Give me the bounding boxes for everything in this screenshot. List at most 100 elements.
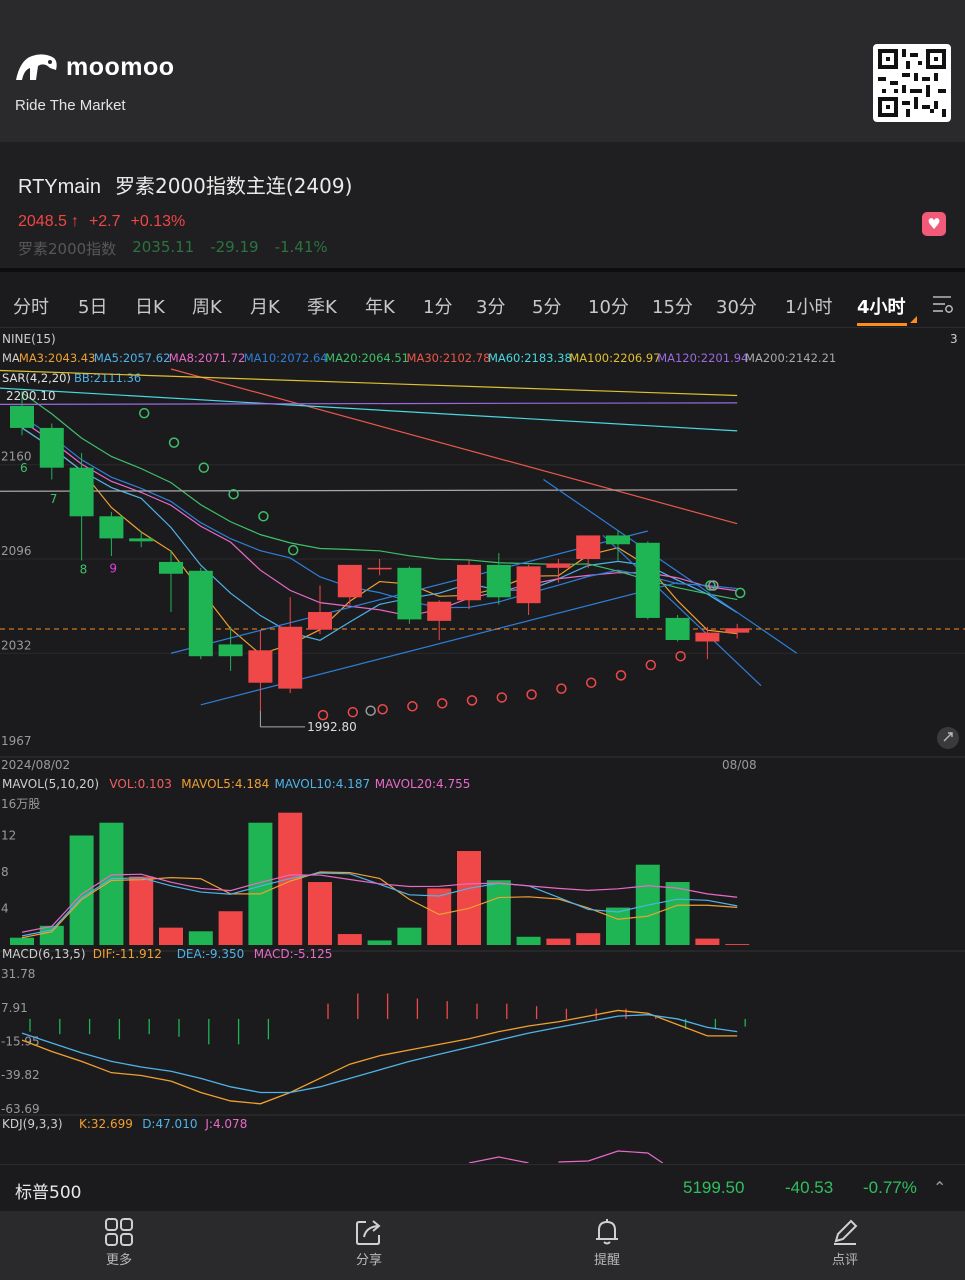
bottom-quote-price: 5199.50 [683,1178,745,1197]
candle-body [397,567,422,620]
favorite-heart-icon[interactable]: ♥ [922,212,946,236]
tab-15min[interactable]: 15分 [652,293,693,319]
kdj-legend-label: KDJ(9,3,3) [2,1117,63,1131]
dropdown-corner-icon[interactable] [910,316,917,323]
ma10-line [21,415,738,609]
volume-bar [308,882,332,945]
candle-body [695,632,720,642]
kdj-legend-label: D:47.010 [142,1117,197,1131]
sar-dot [615,670,627,681]
y-tick-label: 2032 [1,638,32,652]
symbol-name: 罗素2000指数主连(2409) [115,174,353,198]
sar-dot [347,706,359,718]
chevron-up-icon[interactable]: ⌃ [933,1178,946,1197]
nav-alert[interactable]: 提醒 [572,1217,642,1268]
volume-bar [457,851,481,945]
bottom-quote-bar[interactable]: 标普500 5199.50 -40.53 -0.77% ⌃ [0,1164,965,1210]
sar-dot [317,709,329,721]
candle-body [188,570,213,657]
volume-bar [665,882,690,945]
volume-bar [10,937,34,945]
slogan: Ride The Market [15,97,126,114]
y-tick-label: 1967 [1,734,32,748]
macd-legend-label: MACD:-5.125 [254,947,333,961]
price-change-pct: +0.13% [130,213,186,230]
chart-area[interactable]: NINE(15) 3 MA MA3:2043.43MA5:2057.62MA8:207… [0,329,965,1163]
ma60-line [0,387,738,432]
low-price-annotation: 1992.80 [307,720,357,734]
price-change: +2.7 [88,213,121,230]
volume-bar [606,907,630,945]
qr-code-icon [873,44,951,122]
nav-more-label: 更多 [105,1253,132,1268]
candle-body [576,535,601,559]
macd-legend-label: MACD(6,13,5) [2,947,86,961]
volume-legend-label: MAVOL(5,10,20) [2,777,99,791]
candle-body [516,566,541,604]
brand-logo: moomoo [14,50,175,84]
brand-name: moomoo [66,52,175,81]
index-change-pct: -1.41% [274,238,328,256]
candle-body [129,538,154,542]
volume-bar [188,931,213,945]
index-price: 2035.11 [132,238,195,256]
symbol-code: RTYmain [18,176,101,198]
tab-10min[interactable]: 10分 [588,293,629,319]
bottom-quote-change-pct: -0.77% [863,1178,917,1197]
volume-bar [427,888,452,945]
nav-comment[interactable]: 点评 [810,1217,880,1268]
macd-dea-line [21,1014,738,1094]
divider [0,268,965,272]
candle-body [606,535,630,545]
trend-line-down-2 [602,534,762,687]
tab-1min[interactable]: 1分 [423,293,452,319]
tab-5min[interactable]: 5分 [532,293,561,319]
sar-dot [496,692,508,703]
tab-quarter-k[interactable]: 季K [307,293,337,319]
tab-month-k[interactable]: 月K [250,293,280,319]
candle-body [218,644,243,657]
sar-dot [585,677,597,688]
y-tick-label: 2096 [1,544,32,558]
ma-legend-ma20: MA20:2064.51 [325,351,409,365]
candle-body [635,542,660,618]
ma-legend-ma5: MA5:2057.62 [94,351,171,365]
macd-legend-label: DEA:-9.350 [177,947,245,961]
candle-body [248,650,273,683]
candle-body [367,567,392,570]
tab-5day[interactable]: 5日 [78,293,107,319]
tab-year-k[interactable]: 年K [365,293,395,319]
grid-icon [105,1218,133,1246]
indicator-settings-icon[interactable] [931,294,955,316]
nav-share-label: 分享 [355,1253,382,1268]
candle-body [69,467,94,517]
nine-count-label: 6 [20,461,28,475]
tab-1hour[interactable]: 1小时 [785,293,832,319]
nav-share[interactable]: 分享 [334,1217,404,1268]
candle-body [159,561,183,574]
tab-day-k[interactable]: 日K [135,293,165,319]
volume-y-tick: 4 [1,902,9,916]
index-name: 罗素2000指数 [18,240,117,258]
tab-30min[interactable]: 30分 [716,293,757,319]
panel-count-label: 3 [950,332,958,346]
tab-4hour[interactable]: 4小时 [857,293,906,319]
tab-3min[interactable]: 3分 [476,293,505,319]
high-price-annotation: 2200.10 [6,389,56,403]
kdj-j-line [468,1150,664,1163]
nav-more[interactable]: 更多 [84,1217,154,1268]
volume-legend-label: VOL:0.103 [109,777,172,791]
tab-intraday[interactable]: 分时 [13,293,49,319]
candle-body [99,516,124,539]
chart-reset-button[interactable] [937,727,959,749]
volume-unit-label: 16万股 [1,797,40,811]
tab-week-k[interactable]: 周K [192,293,222,319]
macd-y-tick: 7.91 [1,1001,28,1015]
ma-legend-ma: MA [2,351,20,365]
volume-bar [546,938,571,945]
volume-bar [576,933,601,945]
ma120-line [0,402,738,405]
index-row[interactable]: 罗素2000指数 2035.11 -29.19 -1.41% [18,238,328,259]
ma8-line [21,420,738,617]
candle-body [546,563,571,568]
